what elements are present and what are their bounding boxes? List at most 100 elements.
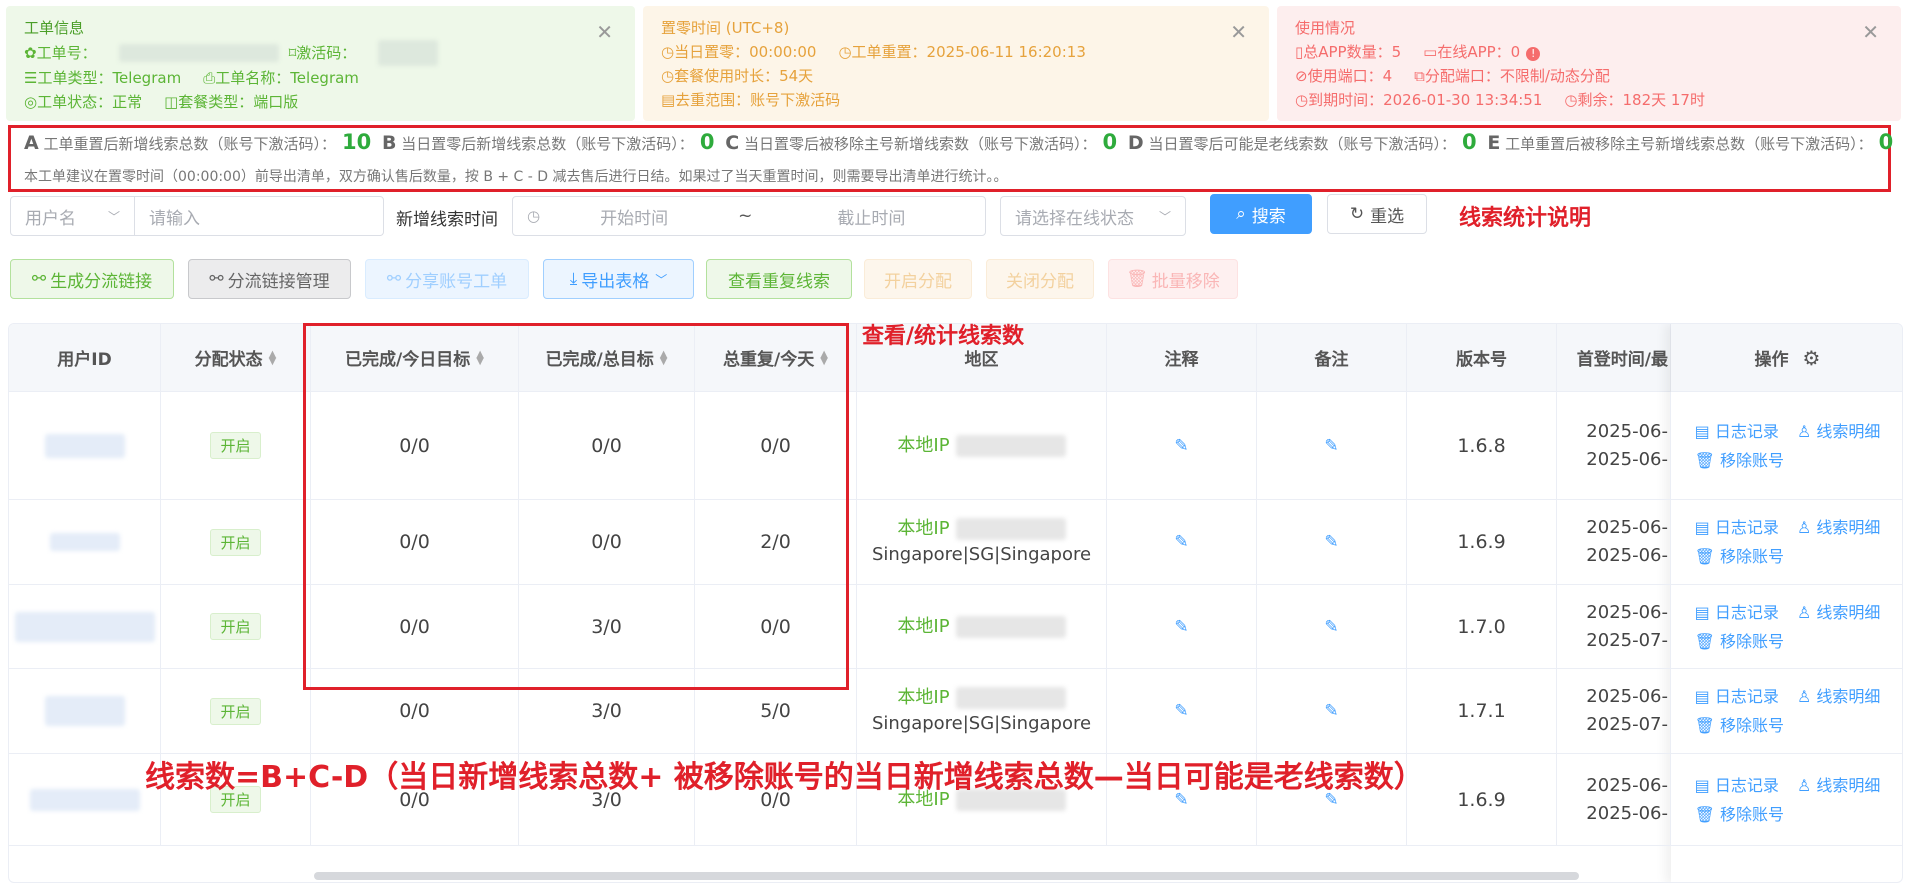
remove-account-link[interactable]: 🗑 移除账号 xyxy=(1695,805,1784,824)
start-time-placeholder: 开始时间 xyxy=(600,208,669,229)
region-ip: 本地IP xyxy=(897,518,950,539)
region-cell: 本地IP xyxy=(857,392,1107,500)
order-name: ⎙工单名称：Telegram xyxy=(203,69,359,87)
version-value: 1.6.9 xyxy=(1457,788,1506,811)
stat-c-value: 0 xyxy=(1102,130,1118,154)
col-header-version: 版本号 xyxy=(1407,324,1557,392)
region-ip: 本地IP xyxy=(897,615,950,637)
clue-detail-link[interactable]: ♙ 线索明细 xyxy=(1797,518,1880,537)
remove-account-link[interactable]: 🗑 移除账号 xyxy=(1695,716,1784,735)
dedup-scope: ▤去重范围：账号下激活码 xyxy=(661,91,841,109)
log-record-link[interactable]: ▤ 日志记录 xyxy=(1695,518,1779,537)
remove-account-link[interactable]: 🗑 移除账号 xyxy=(1695,451,1784,470)
stat-e-text: 工单重置后被移除主号新增线索总数（账号下激活码）： xyxy=(1505,135,1873,153)
assigned-port: ⧉分配端口：不限制/动态分配 xyxy=(1414,67,1610,85)
remove-account-label: 移除账号 xyxy=(1720,450,1785,470)
edit-icon[interactable]: ✎ xyxy=(1174,701,1188,721)
gen-link-button[interactable]: ⚯ 生成分流链接 xyxy=(10,259,174,299)
first-login-cell: 2025-06- 2025-07- xyxy=(1557,669,1671,754)
disable-assign-label: 关闭分配 xyxy=(1006,271,1074,292)
log-record-link[interactable]: ▤ 日志记录 xyxy=(1695,687,1779,706)
user-icon: ♙ xyxy=(1796,687,1812,706)
user-icon: ♙ xyxy=(1796,775,1812,795)
edit-icon[interactable]: ✎ xyxy=(1174,436,1188,456)
clue-detail-link[interactable]: ♙ 线索明细 xyxy=(1797,776,1880,795)
region-ip: 本地IP xyxy=(897,434,950,456)
edit-icon[interactable]: ✎ xyxy=(1324,436,1338,456)
edit-icon[interactable]: ✎ xyxy=(1324,532,1338,552)
version-cell: 1.6.8 xyxy=(1407,392,1557,500)
stat-d-text: 当日置零后可能是老线索数（账号下激活码）： xyxy=(1148,135,1456,153)
batch-remove-button[interactable]: 🗑 批量移除 xyxy=(1108,259,1238,299)
clue-detail-link[interactable]: ♙ 线索明细 xyxy=(1797,422,1880,441)
usage-card: 使用情况 ▯总APP数量：5 ▭在线APP：0! ⊘使用端口：4 ⧉分配端口：不限制… xyxy=(1277,6,1901,121)
online-status-select[interactable]: 请选择在线状态 ﹀ xyxy=(1000,196,1186,236)
stats-note: 本工单建议在置零时间（00:00:00）前导出清单，双方确认售后数量，按 B +… xyxy=(24,169,1008,185)
col-header-label: 版本号 xyxy=(1456,350,1507,370)
horizontal-scrollbar[interactable] xyxy=(314,872,1579,880)
sort-icon[interactable]: ▲ ▼ xyxy=(269,349,277,366)
close-icon[interactable]: ✕ xyxy=(596,20,613,44)
reset-button[interactable]: ↻ 重选 xyxy=(1327,194,1427,234)
remove-account-link[interactable]: 🗑 移除账号 xyxy=(1695,547,1784,566)
close-icon[interactable]: ✕ xyxy=(1230,20,1247,44)
share-order-button[interactable]: ⚯ 分享账号工单 xyxy=(365,259,529,299)
search-button[interactable]: ⌕ 搜索 xyxy=(1210,194,1312,234)
comment-cell: ✎ xyxy=(1107,669,1257,754)
view-dup-button[interactable]: 查看重复线索 xyxy=(706,259,852,299)
enable-assign-label: 开启分配 xyxy=(884,271,952,292)
edit-icon[interactable]: ✎ xyxy=(1174,617,1188,637)
log-record-label: 日志记录 xyxy=(1714,775,1779,795)
link-manage-label: 分流链接管理 xyxy=(227,271,330,292)
trash-icon: 🗑 xyxy=(1694,804,1715,824)
log-record-link[interactable]: ▤ 日志记录 xyxy=(1695,603,1779,622)
stat-b-label: B xyxy=(382,132,397,154)
col-header-first-login: 首登时间/最 xyxy=(1557,324,1671,392)
range-separator: ~ xyxy=(738,206,753,226)
col-header-label: 分配状态 xyxy=(194,350,263,370)
user-select[interactable]: 用户名 ﹀ xyxy=(10,196,135,236)
version-cell: 1.7.0 xyxy=(1407,585,1557,669)
link-icon: ⚯ xyxy=(31,269,47,289)
remove-account-label: 移除账号 xyxy=(1720,631,1785,651)
log-record-label: 日志记录 xyxy=(1714,518,1779,537)
enable-assign-button[interactable]: 开启分配 xyxy=(864,259,972,299)
order-status: ◎工单状态：正常 xyxy=(24,93,143,111)
chevron-down-icon: ﹀ xyxy=(655,272,668,287)
clue-detail-label: 线索明细 xyxy=(1816,687,1881,706)
actions-cell: ▤ 日志记录 ♙ 线索明细 🗑 移除账号 xyxy=(1671,585,1902,669)
first-login-time: 2025-06- xyxy=(1586,774,1668,796)
disable-assign-button[interactable]: 关闭分配 xyxy=(986,259,1094,299)
edit-icon[interactable]: ✎ xyxy=(1324,617,1338,637)
region-cell: 本地IP Singapore|SG|Singapore xyxy=(857,669,1107,754)
clue-detail-link[interactable]: ♙ 线索明细 xyxy=(1797,603,1880,622)
edit-icon[interactable]: ✎ xyxy=(1324,701,1338,721)
log-record-link[interactable]: ▤ 日志记录 xyxy=(1695,422,1779,441)
version-value: 1.6.8 xyxy=(1457,434,1506,457)
export-button[interactable]: ⤓ 导出表格 ﹀ xyxy=(543,259,694,299)
gen-link-label: 生成分流链接 xyxy=(50,271,153,292)
log-record-link[interactable]: ▤ 日志记录 xyxy=(1695,776,1779,795)
search-input[interactable]: 请输入 xyxy=(134,196,384,236)
assign-status-cell: 开启 xyxy=(161,500,311,585)
date-range-picker[interactable]: ◷ 开始时间 ~ 截止时间 xyxy=(512,196,986,236)
stat-a-value: 10 xyxy=(342,130,372,154)
link-manage-button[interactable]: ⚯ 分流链接管理 xyxy=(188,259,351,299)
version-value: 1.6.9 xyxy=(1457,531,1506,553)
document-icon: ▤ xyxy=(1694,421,1710,441)
link-icon: ⚯ xyxy=(209,269,224,289)
last-login-time: 2025-06- xyxy=(1586,802,1668,824)
close-icon[interactable]: ✕ xyxy=(1862,20,1879,44)
package-type: ◫套餐类型：端口版 xyxy=(164,93,299,111)
clue-detail-link[interactable]: ♙ 线索明细 xyxy=(1797,687,1880,706)
search-input-placeholder: 请输入 xyxy=(149,208,200,229)
status-badge: 开启 xyxy=(210,697,261,725)
col-header-assign-status[interactable]: 分配状态 ▲ ▼ xyxy=(161,324,311,392)
trash-icon: 🗑 xyxy=(1694,547,1715,566)
remove-account-link[interactable]: 🗑 移除账号 xyxy=(1695,632,1784,651)
edit-icon[interactable]: ✎ xyxy=(1174,532,1188,552)
region-location: Singapore|SG|Singapore xyxy=(871,544,1092,565)
trash-icon: 🗑 xyxy=(1694,631,1715,651)
clue-detail-label: 线索明细 xyxy=(1816,602,1881,622)
stat-a-label: A xyxy=(24,132,39,154)
